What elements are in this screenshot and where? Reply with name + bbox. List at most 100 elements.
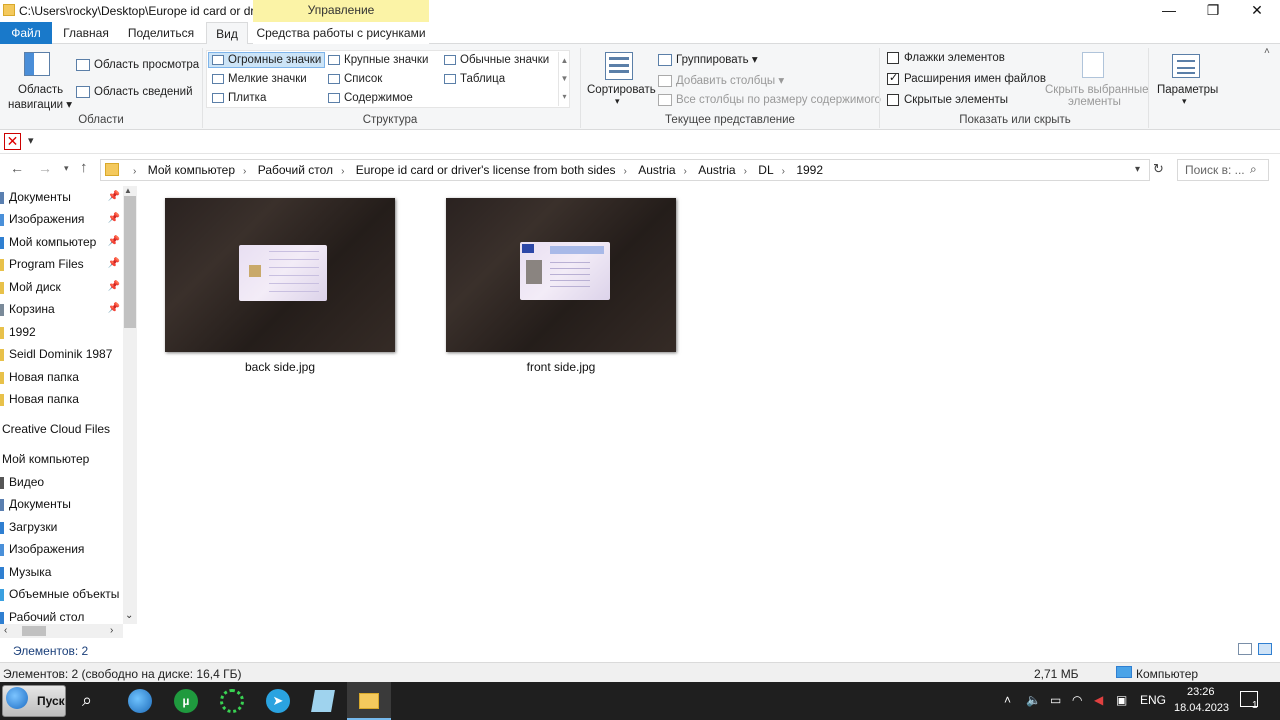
sidebar-horizontal-scrollbar[interactable] xyxy=(0,624,123,638)
hidden-items-toggle[interactable]: Скрытые элементы xyxy=(887,94,1008,106)
sidebar-item[interactable]: Мой компьютер 📌 xyxy=(0,231,124,253)
preview-pane-button[interactable]: Область просмотра xyxy=(76,59,199,71)
item-checkboxes-toggle[interactable]: Флажки элементов xyxy=(887,52,1005,64)
pin-icon[interactable]: 📌 xyxy=(108,186,120,208)
sidebar-item[interactable]: Документы 📌 xyxy=(0,186,124,208)
details-pane-button[interactable]: Область сведений xyxy=(76,86,193,98)
scroll-right-icon[interactable]: › xyxy=(110,625,113,636)
scroll-left-icon[interactable]: ‹ xyxy=(4,625,7,636)
breadcrumb-item[interactable]: Мой компьютер xyxy=(148,163,235,177)
tab-view[interactable]: Вид xyxy=(206,22,248,45)
layout-content[interactable]: Содержимое xyxy=(328,92,413,104)
fit-columns-button[interactable]: Все столбцы по размеру содержимого xyxy=(658,94,881,106)
large-icons-view-icon[interactable] xyxy=(1258,643,1272,655)
tab-file[interactable]: Файл xyxy=(0,22,52,44)
breadcrumb-item[interactable]: Austria xyxy=(698,163,735,177)
options-button[interactable]: Параметры xyxy=(1157,84,1218,96)
navigation-pane-button[interactable] xyxy=(18,52,58,80)
layout-medium-icons[interactable]: Обычные значки xyxy=(444,54,549,66)
file-extensions-checkbox[interactable] xyxy=(887,71,899,85)
sidebar-item[interactable]: Program Files 📌 xyxy=(0,253,124,275)
utorrent-icon[interactable]: µ xyxy=(174,689,198,713)
breadcrumb-chevron-icon[interactable]: › xyxy=(782,166,785,177)
sidebar-item[interactable]: Мой диск 📌 xyxy=(0,276,124,298)
qat-customize-icon[interactable]: ▾ xyxy=(28,134,34,147)
item-checkboxes-checkbox[interactable] xyxy=(887,52,899,64)
address-bar[interactable]: › Мой компьютер › Рабочий стол › Europe id… xyxy=(100,159,1150,181)
breadcrumb-chevron-icon[interactable]: › xyxy=(624,166,627,177)
wifi-icon[interactable]: ◠ xyxy=(1072,693,1082,707)
sidebar-item[interactable]: 1992 xyxy=(0,321,124,343)
refresh-icon[interactable]: ↻ xyxy=(1153,161,1164,177)
breadcrumb-chevron-icon[interactable]: › xyxy=(684,166,687,177)
telegram-icon[interactable]: ➤ xyxy=(266,689,290,713)
address-dropdown-icon[interactable]: ▾ xyxy=(1135,164,1140,175)
recent-locations-icon[interactable]: ▾ xyxy=(64,163,69,174)
layout-tiles[interactable]: Плитка xyxy=(212,92,266,104)
forward-arrow-icon[interactable]: → xyxy=(38,160,52,176)
breadcrumb-item[interactable]: Europe id card or driver's license from … xyxy=(356,163,616,177)
breadcrumb-item[interactable]: 1992 xyxy=(796,163,823,177)
delete-icon[interactable]: ✕ xyxy=(4,133,21,150)
file-item[interactable]: front side.jpg xyxy=(446,198,676,374)
sidebar-item[interactable]: Новая папка xyxy=(0,388,124,410)
breadcrumb-chevron-icon[interactable]: › xyxy=(744,166,747,177)
sidebar-item-creative-cloud[interactable]: Creative Cloud Files xyxy=(0,418,124,440)
browser-icon[interactable] xyxy=(128,689,152,713)
notification-tray-icon[interactable]: ▣ xyxy=(1116,693,1127,707)
breadcrumb-item[interactable]: Рабочий стол xyxy=(258,163,333,177)
group-by-button[interactable]: Группировать ▾ xyxy=(658,52,758,66)
sidebar-item[interactable]: Загрузки xyxy=(0,516,124,538)
tab-home[interactable]: Главная xyxy=(58,22,114,44)
language-indicator[interactable]: ENG xyxy=(1140,693,1166,707)
sidebar-hscroll-thumb[interactable] xyxy=(22,626,46,636)
show-hidden-icons-icon[interactable]: ˄ xyxy=(1004,693,1011,707)
layout-large-icons[interactable]: Крупные значки xyxy=(328,54,428,66)
breadcrumb-chevron-icon[interactable]: › xyxy=(243,166,246,177)
sidebar-item[interactable]: Документы xyxy=(0,493,124,515)
add-columns-button[interactable]: Добавить столбцы ▾ xyxy=(658,73,784,87)
sidebar-item[interactable]: Seidl Dominik 1987 xyxy=(0,343,124,365)
icq-icon[interactable] xyxy=(220,689,244,713)
ribbon-collapse-icon[interactable]: ˄ xyxy=(1264,46,1270,57)
speaker-muted-icon[interactable]: ◀ xyxy=(1094,693,1103,707)
sidebar-item[interactable]: Музыка xyxy=(0,561,124,583)
search-icon[interactable]: ⌕ xyxy=(82,690,92,711)
layout-gallery-scroll[interactable]: ▲ ▼ ▾ xyxy=(558,52,570,106)
pin-icon[interactable]: 📌 xyxy=(108,298,120,320)
sidebar-scroll-thumb[interactable] xyxy=(124,196,136,328)
breadcrumb-chevron-icon[interactable]: › xyxy=(341,166,344,177)
up-arrow-icon[interactable]: ↑ xyxy=(80,159,88,176)
tab-share[interactable]: Поделиться xyxy=(124,22,198,44)
sidebar-item[interactable]: Изображения 📌 xyxy=(0,208,124,230)
clock-date[interactable]: 18.04.2023 xyxy=(1174,702,1229,714)
battery-icon[interactable]: ▭ xyxy=(1050,693,1061,707)
tab-picture-tools[interactable]: Средства работы с рисунками xyxy=(253,22,429,44)
layout-list[interactable]: Список xyxy=(328,73,382,85)
notepad-icon[interactable] xyxy=(311,690,335,712)
file-extensions-toggle[interactable]: Расширения имен файлов xyxy=(887,71,1046,85)
clock-time[interactable]: 23:26 xyxy=(1187,686,1215,698)
scroll-up-icon[interactable]: ▲ xyxy=(124,186,132,195)
taskbar-item-explorer[interactable] xyxy=(347,682,391,720)
pin-icon[interactable]: 📌 xyxy=(108,208,120,230)
layout-details[interactable]: Таблица xyxy=(444,73,505,85)
volume-icon[interactable]: 🔈 xyxy=(1026,693,1041,707)
sidebar-item-my-computer[interactable]: Мой компьютер xyxy=(0,448,124,470)
sort-button[interactable]: Сортировать xyxy=(587,84,656,96)
pin-icon[interactable]: 📌 xyxy=(108,231,120,253)
breadcrumb-item[interactable]: DL xyxy=(758,163,773,177)
sidebar-item[interactable]: Объемные объекты xyxy=(0,583,124,605)
restore-button[interactable]: ❐ xyxy=(1190,0,1236,22)
pin-icon[interactable]: 📌 xyxy=(108,253,120,275)
layout-extra-large-icons[interactable]: Огромные значки xyxy=(208,52,326,68)
pin-icon[interactable]: 📌 xyxy=(108,276,120,298)
sidebar-item[interactable]: Изображения xyxy=(0,538,124,560)
close-button[interactable]: ✕ xyxy=(1234,0,1280,22)
sidebar-item[interactable]: Корзина 📌 xyxy=(0,298,124,320)
sidebar-item[interactable]: Новая папка xyxy=(0,366,124,388)
minimize-button[interactable]: — xyxy=(1146,0,1192,22)
breadcrumb-item[interactable]: Austria xyxy=(638,163,675,177)
layout-small-icons[interactable]: Мелкие значки xyxy=(212,73,307,85)
file-item[interactable]: back side.jpg xyxy=(165,198,395,374)
